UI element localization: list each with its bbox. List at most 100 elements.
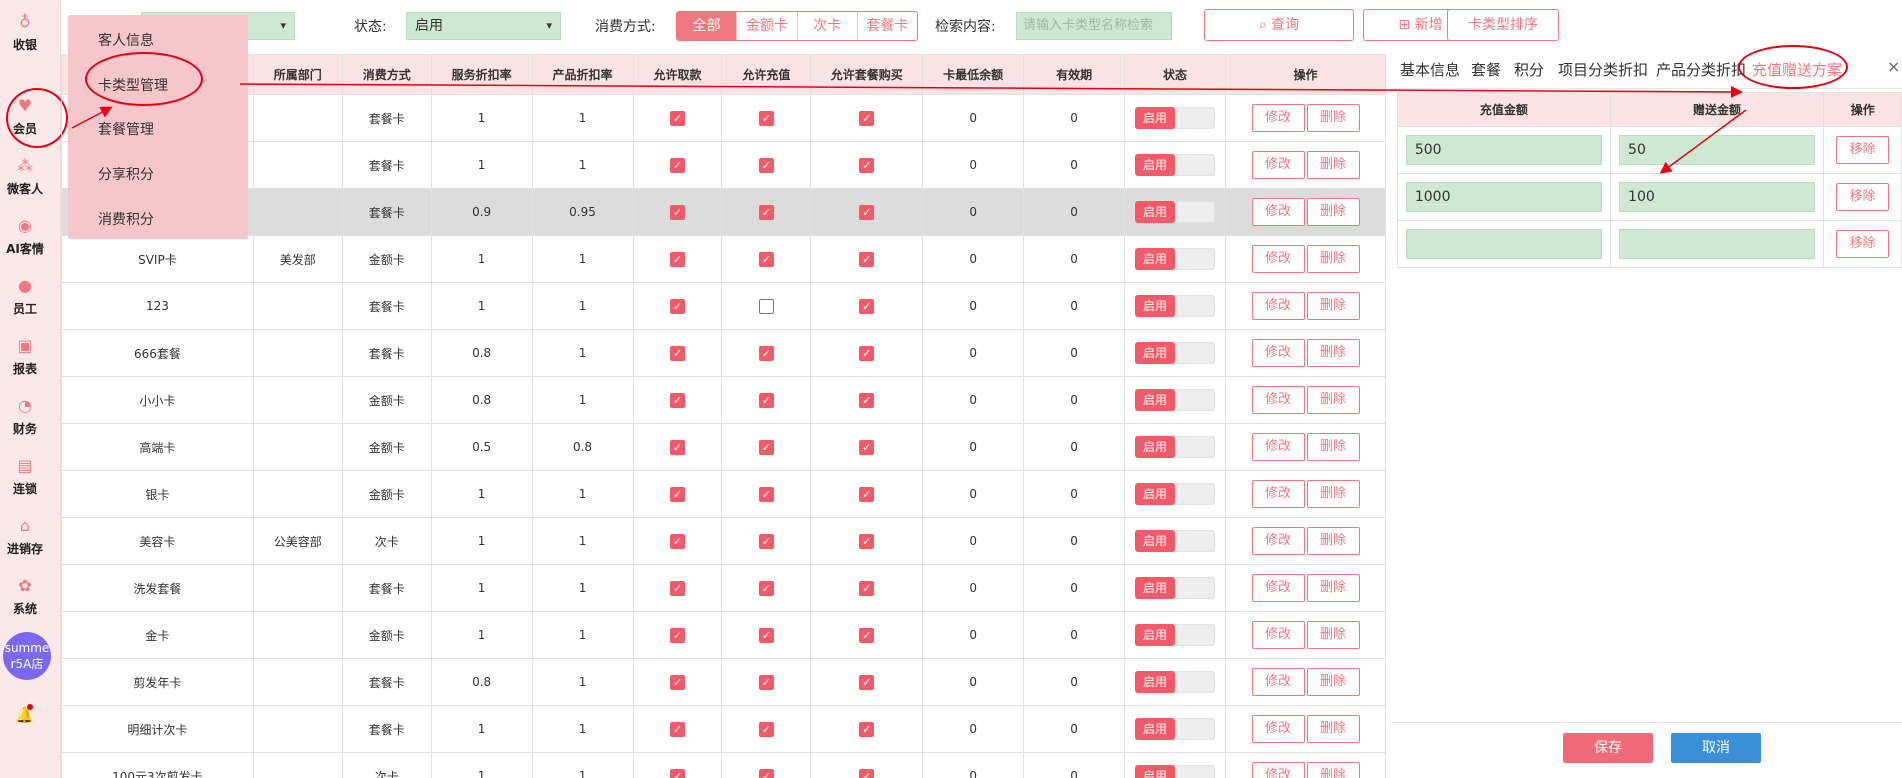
allow-recharge-checkbox[interactable]: ✓ (758, 533, 774, 549)
status-toggle[interactable]: 启用 (1135, 154, 1216, 176)
edit-button[interactable]: 修改 (1251, 104, 1305, 132)
table-row[interactable]: 美容卡 公美容部 次卡 1 1 ✓ ✓ ✓ 0 0 启用 修改 删除 (61, 517, 1386, 565)
sort-button[interactable]: 卡类型排序 (1447, 9, 1559, 41)
nav-item-finance[interactable]: ◔ 财务 (0, 398, 50, 454)
status-toggle[interactable]: 启用 (1135, 107, 1216, 129)
close-icon[interactable]: × (1887, 57, 1900, 76)
delete-button[interactable]: 删除 (1306, 433, 1360, 461)
allow-withdraw-checkbox[interactable]: ✓ (669, 345, 685, 361)
query-button[interactable]: ⌕ 查询 (1204, 9, 1354, 41)
edit-button[interactable]: 修改 (1251, 339, 1305, 367)
allow-package-checkbox[interactable]: ✓ (859, 674, 875, 690)
pay-option-amount-card[interactable]: 金额卡 (737, 12, 798, 40)
delete-button[interactable]: 删除 (1306, 198, 1360, 226)
store-avatar[interactable]: summer5A店 (3, 632, 51, 680)
delete-button[interactable]: 删除 (1306, 339, 1360, 367)
allow-withdraw-checkbox[interactable]: ✓ (669, 486, 685, 502)
remove-button[interactable]: 移除 (1836, 183, 1890, 211)
cancel-button[interactable]: 取消 (1671, 733, 1761, 763)
table-row[interactable]: 100元3次剪发卡 次卡 1 1 ✓ ✓ ✓ 0 0 启用 修改 删除 (61, 752, 1386, 778)
allow-package-checkbox[interactable]: ✓ (859, 768, 875, 778)
table-row[interactable]: 金卡 金额卡 1 1 ✓ ✓ ✓ 0 0 启用 修改 删除 (61, 611, 1386, 659)
allow-recharge-checkbox[interactable]: ✓ (758, 486, 774, 502)
table-row[interactable]: 666套餐 套餐卡 0.8 1 ✓ ✓ ✓ 0 0 启用 修改 删除 (61, 329, 1386, 377)
allow-package-checkbox[interactable]: ✓ (859, 392, 875, 408)
edit-button[interactable]: 修改 (1251, 527, 1305, 555)
delete-button[interactable]: 删除 (1306, 574, 1360, 602)
allow-withdraw-checkbox[interactable]: ✓ (669, 298, 685, 314)
allow-package-checkbox[interactable]: ✓ (859, 721, 875, 737)
allow-package-checkbox[interactable]: ✓ (859, 627, 875, 643)
status-toggle[interactable]: 启用 (1135, 671, 1216, 693)
allow-package-checkbox[interactable]: ✓ (859, 439, 875, 455)
edit-button[interactable]: 修改 (1251, 433, 1305, 461)
allow-withdraw-checkbox[interactable]: ✓ (669, 439, 685, 455)
allow-recharge-checkbox[interactable]: ✓ (758, 580, 774, 596)
edit-button[interactable]: 修改 (1251, 245, 1305, 273)
edit-button[interactable]: 修改 (1251, 151, 1305, 179)
status-toggle[interactable]: 启用 (1135, 718, 1216, 740)
edit-button[interactable]: 修改 (1251, 668, 1305, 696)
allow-package-checkbox[interactable]: ✓ (859, 251, 875, 267)
submenu-package[interactable]: 套餐管理 (98, 119, 154, 139)
table-row[interactable]: SVIP卡 美发部 金额卡 1 1 ✓ ✓ ✓ 0 0 启用 修改 删除 (61, 235, 1386, 283)
allow-recharge-checkbox[interactable]: ✓ (758, 157, 774, 173)
delete-button[interactable]: 删除 (1306, 104, 1360, 132)
allow-withdraw-checkbox[interactable]: ✓ (669, 627, 685, 643)
allow-recharge-checkbox[interactable]: ✓ (758, 204, 774, 220)
table-row[interactable]: 123 套餐卡 1 1 ✓ ✓ 0 0 启用 修改 删除 (61, 282, 1386, 330)
edit-button[interactable]: 修改 (1251, 386, 1305, 414)
allow-withdraw-checkbox[interactable]: ✓ (669, 768, 685, 778)
table-row[interactable]: 银卡 金额卡 1 1 ✓ ✓ ✓ 0 0 启用 修改 删除 (61, 470, 1386, 518)
delete-button[interactable]: 删除 (1306, 245, 1360, 273)
status-toggle[interactable]: 启用 (1135, 483, 1216, 505)
nav-item-report[interactable]: ▣ 报表 (0, 338, 50, 394)
nav-item-chain[interactable]: ▤ 连锁 (0, 458, 50, 514)
edit-button[interactable]: 修改 (1251, 480, 1305, 508)
allow-recharge-checkbox[interactable]: ✓ (758, 439, 774, 455)
allow-recharge-checkbox[interactable]: ✓ (758, 392, 774, 408)
allow-package-checkbox[interactable]: ✓ (859, 204, 875, 220)
allow-withdraw-checkbox[interactable]: ✓ (669, 674, 685, 690)
table-row[interactable]: 剪发年卡 套餐卡 0.8 1 ✓ ✓ ✓ 0 0 启用 修改 删除 (61, 658, 1386, 706)
status-select[interactable]: 启用 ▾ (406, 12, 561, 40)
submenu-customer-info[interactable]: 客人信息 (98, 30, 154, 50)
edit-button[interactable]: 修改 (1251, 621, 1305, 649)
allow-package-checkbox[interactable]: ✓ (859, 486, 875, 502)
submenu-consume-points[interactable]: 消费积分 (98, 209, 154, 229)
allow-recharge-checkbox[interactable]: ✓ (758, 674, 774, 690)
allow-package-checkbox[interactable]: ✓ (859, 298, 875, 314)
allow-withdraw-checkbox[interactable]: ✓ (669, 157, 685, 173)
tab-product-category-discount[interactable]: 产品分类折扣 (1656, 59, 1746, 80)
allow-recharge-checkbox[interactable] (758, 298, 774, 314)
table-row[interactable]: 洗发套餐 套餐卡 1 1 ✓ ✓ ✓ 0 0 启用 修改 删除 (61, 564, 1386, 612)
allow-package-checkbox[interactable]: ✓ (859, 580, 875, 596)
recharge-amount-input[interactable] (1405, 229, 1602, 259)
tab-points[interactable]: 积分 (1514, 59, 1544, 80)
status-toggle[interactable]: 启用 (1135, 295, 1216, 317)
nav-item-ai[interactable]: ◉ AI客情 (0, 218, 50, 274)
allow-withdraw-checkbox[interactable]: ✓ (669, 392, 685, 408)
bell-icon[interactable]: 🔔 (15, 704, 34, 724)
status-toggle[interactable]: 启用 (1135, 765, 1216, 778)
nav-item-cashier[interactable]: ♁ 收银 (0, 14, 50, 70)
bonus-amount-input[interactable]: 100 (1619, 182, 1816, 212)
delete-button[interactable]: 删除 (1306, 715, 1360, 743)
tab-item-category-discount[interactable]: 项目分类折扣 (1558, 59, 1648, 80)
allow-withdraw-checkbox[interactable]: ✓ (669, 110, 685, 126)
pay-option-count-card[interactable]: 次卡 (798, 12, 858, 40)
allow-recharge-checkbox[interactable]: ✓ (758, 721, 774, 737)
remove-button[interactable]: 移除 (1836, 230, 1890, 258)
bonus-amount-input[interactable] (1619, 229, 1816, 259)
allow-recharge-checkbox[interactable]: ✓ (758, 627, 774, 643)
edit-button[interactable]: 修改 (1251, 762, 1305, 778)
tab-basic-info[interactable]: 基本信息 (1400, 59, 1460, 80)
status-toggle[interactable]: 启用 (1135, 248, 1216, 270)
delete-button[interactable]: 删除 (1306, 292, 1360, 320)
status-toggle[interactable]: 启用 (1135, 577, 1216, 599)
delete-button[interactable]: 删除 (1306, 621, 1360, 649)
recharge-amount-input[interactable]: 500 (1405, 135, 1602, 165)
table-row[interactable]: 小小卡 金额卡 0.8 1 ✓ ✓ ✓ 0 0 启用 修改 删除 (61, 376, 1386, 424)
status-toggle[interactable]: 启用 (1135, 436, 1216, 458)
delete-button[interactable]: 删除 (1306, 151, 1360, 179)
